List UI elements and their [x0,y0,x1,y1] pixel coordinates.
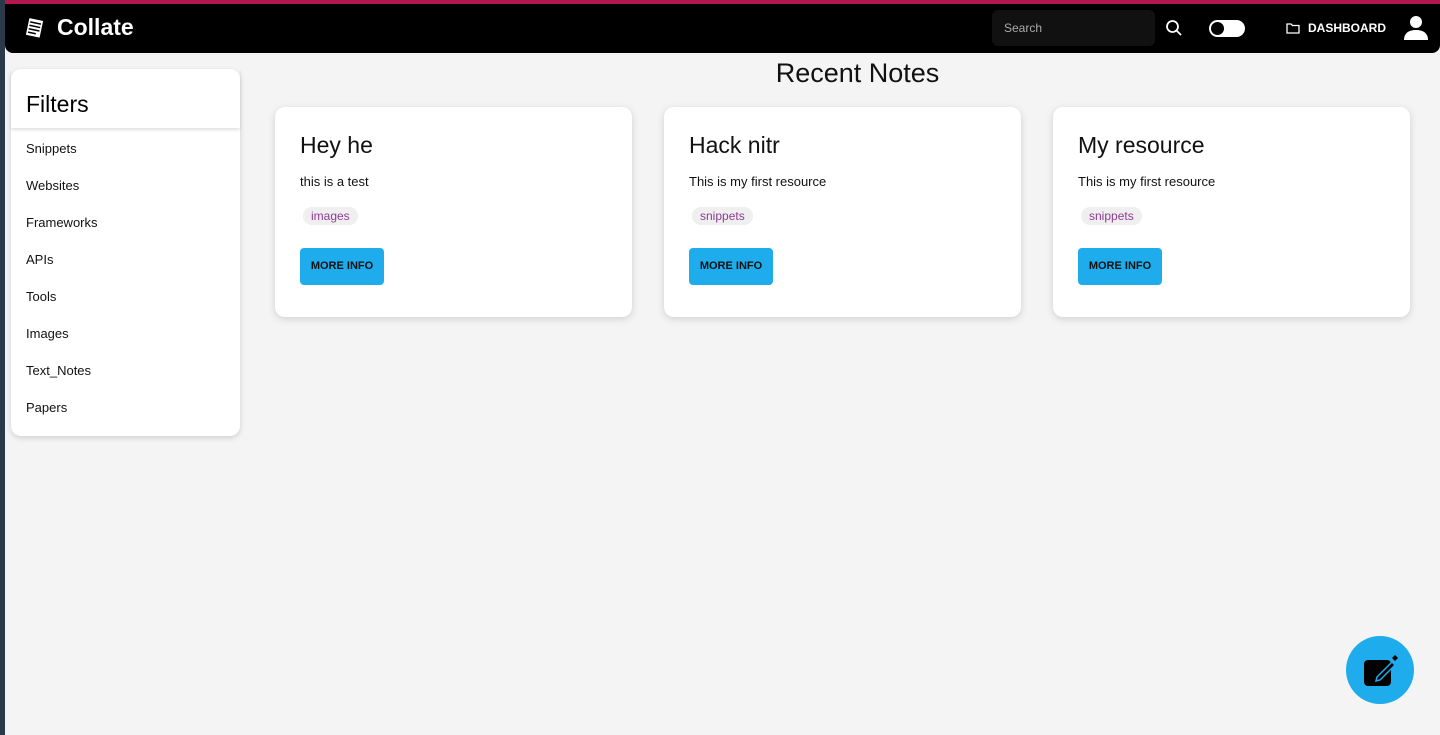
folder-icon [1286,23,1300,34]
more-info-button[interactable]: MORE INFO [300,248,384,285]
navbar: Collate DASHBOARD [5,4,1440,53]
edit-note-icon [1364,655,1398,686]
filters-heading: Filters [11,69,240,128]
notepad-logo-icon [24,16,45,39]
user-avatar-icon[interactable] [1403,15,1429,41]
filter-apis[interactable]: APIs [11,241,240,278]
app-title: Collate [57,14,134,40]
note-tag[interactable]: snippets [1081,207,1142,225]
dashboard-link[interactable]: DASHBOARD [1286,21,1386,35]
theme-toggle[interactable] [1209,20,1245,37]
note-card: Hack nitr This is my first resource snip… [664,107,1021,317]
more-info-button[interactable]: MORE INFO [689,248,773,285]
note-body: this is a test [300,174,369,189]
search-icon[interactable] [1165,19,1183,37]
note-tag[interactable]: images [303,207,358,225]
filter-frameworks[interactable]: Frameworks [11,204,240,241]
note-card: My resource This is my first resource sn… [1053,107,1410,317]
more-info-button[interactable]: MORE INFO [1078,248,1162,285]
search-input[interactable] [992,10,1155,46]
note-tag[interactable]: snippets [692,207,753,225]
note-body: This is my first resource [1078,174,1216,189]
filter-websites[interactable]: Websites [11,167,240,204]
filter-images[interactable]: Images [11,315,240,352]
dashboard-label: DASHBOARD [1308,21,1386,35]
filters-panel: Filters Snippets Websites Frameworks API… [11,69,240,436]
page-title: Recent Notes [775,58,940,88]
filter-text-notes[interactable]: Text_Notes [11,352,240,389]
filter-snippets[interactable]: Snippets [11,130,240,167]
filter-papers[interactable]: Papers [11,389,240,426]
note-title: Hey he [300,132,373,158]
brand[interactable]: Collate [23,14,134,41]
note-body: This is my first resource [689,174,827,189]
note-title: Hack nitr [689,132,780,158]
page: Collate DASHBOARD Filters Snippets Websi… [5,0,1440,735]
new-note-button[interactable] [1346,636,1414,704]
note-title: My resource [1078,132,1205,158]
filter-tools[interactable]: Tools [11,278,240,315]
note-card: Hey he this is a test images MORE INFO [275,107,632,317]
